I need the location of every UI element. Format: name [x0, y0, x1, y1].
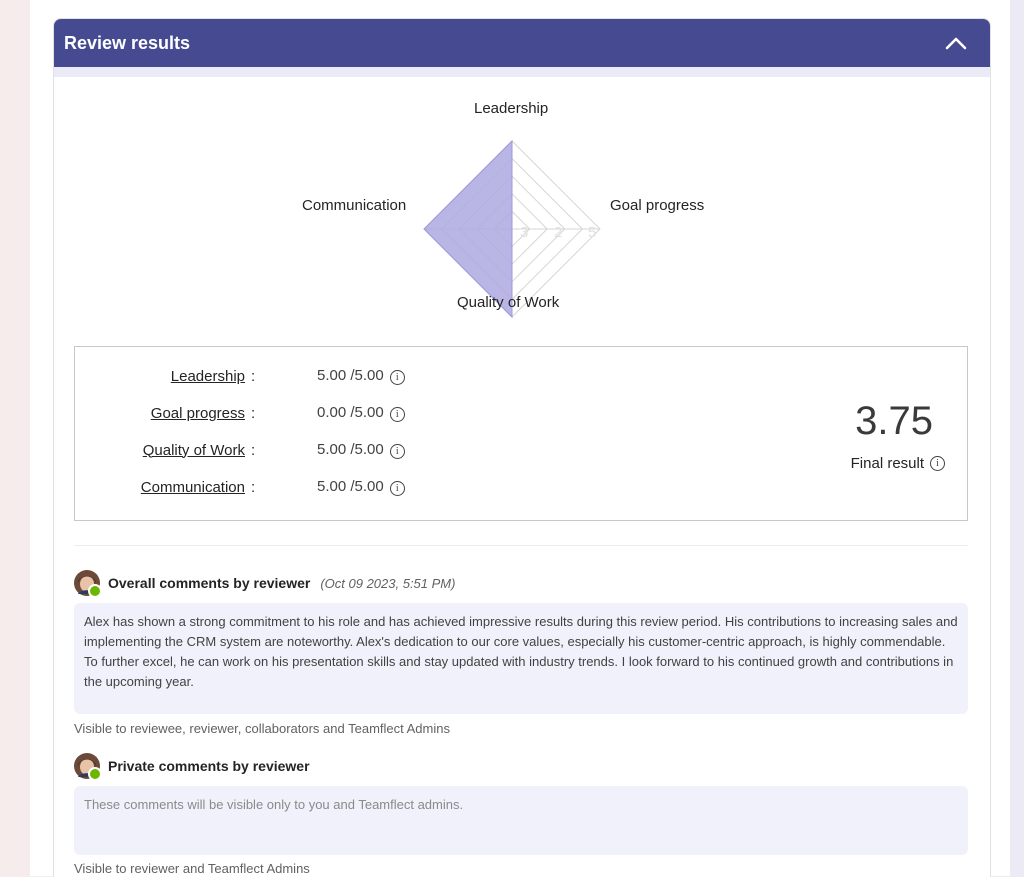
score-value: 0.00 /5.00 i [317, 404, 405, 422]
final-result-value: 3.75 [855, 399, 933, 443]
info-icon[interactable]: i [389, 444, 405, 459]
presence-available-icon [88, 767, 102, 781]
scores-summary-box: Leadership : 5.00 /5.00 i Goal progress :… [74, 346, 968, 521]
score-value: 5.00 /5.00 i [317, 441, 405, 459]
chevron-up-icon [945, 37, 967, 50]
info-icon[interactable]: i [389, 370, 405, 385]
score-value-text: 5.00 /5.00 [317, 367, 384, 384]
info-icon[interactable]: i [389, 407, 405, 422]
info-icon[interactable]: i [930, 456, 945, 471]
radar-chart: 3 2 5 Leadership Goal progress Quality of … [54, 77, 990, 337]
panel-title: Review results [64, 32, 191, 53]
score-name-link[interactable]: Leadership [75, 368, 245, 385]
overall-comment-title: Overall comments by reviewer [108, 575, 311, 591]
score-name-link[interactable]: Communication [75, 479, 245, 496]
header-accent-strip [54, 67, 990, 77]
axis-label-communication: Communication [302, 197, 407, 214]
overall-comment-visibility: Visible to reviewee, reviewer, collabora… [74, 721, 450, 736]
collapse-button[interactable] [942, 29, 970, 57]
page-background: Review results 3 2 5 Leadership Goal progr… [30, 0, 1010, 877]
private-comment-title: Private comments by reviewer [108, 758, 310, 774]
info-icon[interactable]: i [389, 481, 405, 496]
score-name-link[interactable]: Goal progress [75, 405, 245, 422]
score-value-text: 5.00 /5.00 [317, 441, 384, 458]
overall-comment-timestamp: (Oct 09 2023, 5:51 PM) [320, 575, 456, 591]
score-value: 5.00 /5.00 i [317, 478, 405, 496]
axis-label-goal-progress: Goal progress [610, 197, 705, 214]
radar-tick-label: 3 [520, 224, 528, 241]
score-value-text: 5.00 /5.00 [317, 478, 384, 495]
axis-label-quality-of-work: Quality of Work [457, 294, 560, 311]
radar-series-area[interactable] [423, 139, 513, 319]
score-separator: : [251, 367, 256, 385]
score-name-link[interactable]: Quality of Work [75, 442, 245, 459]
avatar[interactable] [74, 753, 102, 781]
private-comment-visibility: Visible to reviewer and Teamflect Admins [74, 861, 310, 876]
avatar[interactable] [74, 570, 102, 598]
score-row-goal-progress: Goal progress : 0.00 /5.00 i [75, 402, 405, 424]
score-separator: : [251, 478, 256, 496]
score-value-text: 0.00 /5.00 [317, 404, 384, 421]
radar-tick-label: 5 [588, 224, 596, 241]
score-row-leadership: Leadership : 5.00 /5.00 i [75, 365, 405, 387]
score-row-communication: Communication : 5.00 /5.00 i [75, 476, 405, 498]
section-divider [74, 545, 968, 546]
private-comment-header: Private comments by reviewer [74, 753, 310, 781]
axis-label-leadership: Leadership [474, 100, 549, 117]
review-results-panel: Review results 3 2 5 Leadership Goal progr… [53, 18, 991, 877]
private-comment-input[interactable]: These comments will be visible only to y… [74, 786, 968, 855]
panel-header[interactable]: Review results [54, 19, 990, 67]
overall-comment-text: Alex has shown a strong commitment to hi… [74, 603, 968, 714]
score-separator: : [251, 441, 256, 459]
score-separator: : [251, 404, 256, 422]
radar-tick-label: 2 [554, 224, 562, 241]
final-result-label: Final result i [851, 455, 945, 472]
score-row-quality-of-work: Quality of Work : 5.00 /5.00 i [75, 439, 405, 461]
overall-comment-header: Overall comments by reviewer (Oct 09 202… [74, 570, 456, 598]
presence-available-icon [88, 584, 102, 598]
final-result-label-text: Final result [850, 455, 924, 472]
score-value: 5.00 /5.00 i [317, 367, 405, 385]
